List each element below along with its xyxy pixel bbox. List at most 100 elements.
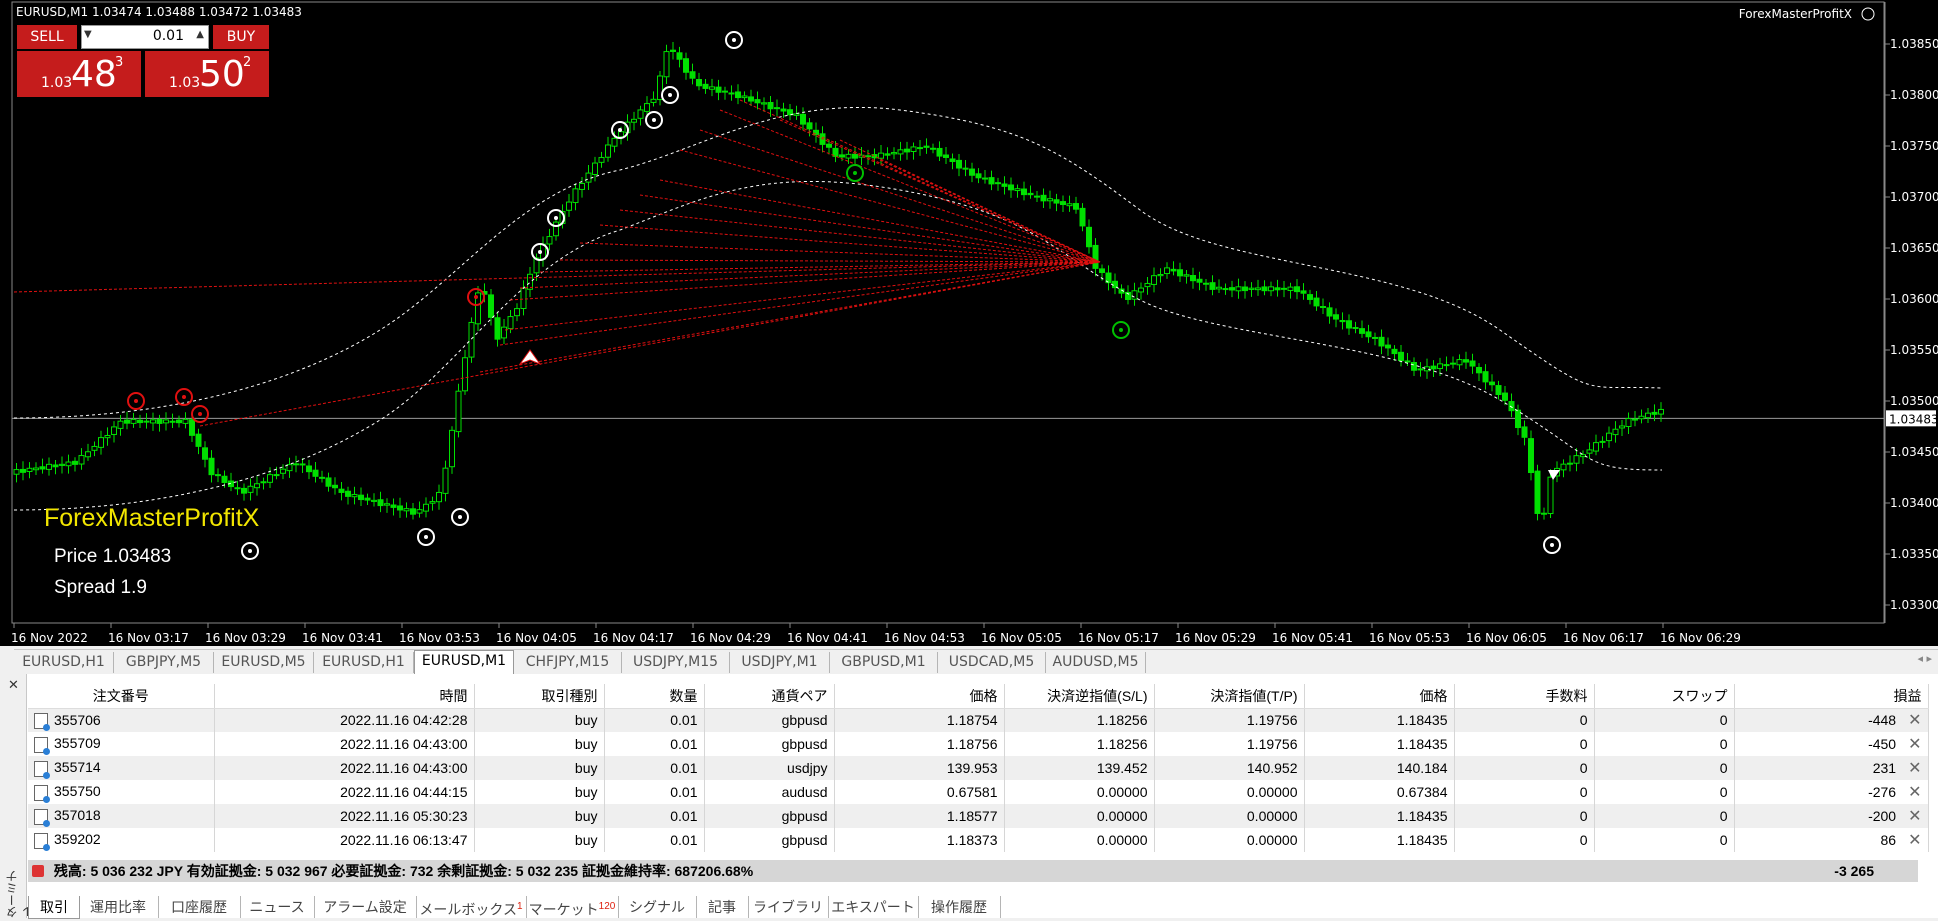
column-header[interactable]: スワップ <box>1594 684 1735 709</box>
close-order-icon[interactable]: ✕ <box>1908 712 1921 729</box>
order-row[interactable]: 355706 2022.11.16 04:42:28 buy 0.01 gbpusd 1.… <box>28 708 1929 732</box>
order-row[interactable]: 355714 2022.11.16 04:43:00 buy 0.01 usdjpy 13… <box>28 756 1929 780</box>
order-cell-ticket: 355714 <box>28 756 215 780</box>
candle-body <box>689 71 696 79</box>
candle-body <box>1060 201 1066 206</box>
symbol-tab[interactable]: GBPJPY,M5 <box>114 652 214 673</box>
symbol-tab[interactable]: AUDUSD,M5 <box>1046 652 1146 673</box>
column-header[interactable]: 価格 <box>834 684 1005 709</box>
symbol-tab[interactable]: CHFJPY,M15 <box>514 652 622 673</box>
column-header[interactable]: 損益 <box>1734 684 1929 709</box>
symbol-tab[interactable]: EURUSD,M1 <box>414 650 514 674</box>
terminal-tab[interactable]: エキスパート <box>828 896 919 918</box>
buy-button[interactable]: BUY <box>213 25 269 49</box>
symbol-tab[interactable]: GBPUSD,M1 <box>830 652 938 673</box>
lot-size-field[interactable]: ▼ 0.01 ▲ <box>81 25 209 49</box>
column-header[interactable]: 注文番号 <box>28 684 215 709</box>
candle-body <box>553 221 559 237</box>
tab-scroll-arrows-icon[interactable]: ◂ ▸ <box>1917 652 1932 665</box>
order-cell-profit: 86 ✕ <box>1734 828 1929 852</box>
order-cell-price: 1.18754 <box>834 708 1005 732</box>
candle-body <box>826 143 832 148</box>
exit-signal-dot <box>248 549 252 553</box>
order-cell-swap: 0 <box>1594 828 1735 852</box>
price-chart[interactable]: EURUSD,M1 1.03474 1.03488 1.03472 1.0348… <box>0 0 1938 646</box>
candle-body <box>1541 512 1547 515</box>
terminal-tab[interactable]: ニュース <box>240 896 315 918</box>
symbol-tab[interactable]: USDCAD,M5 <box>938 652 1046 673</box>
close-order-icon[interactable]: ✕ <box>1908 832 1921 849</box>
close-order-icon[interactable]: ✕ <box>1908 736 1921 753</box>
candle-body <box>1580 454 1586 458</box>
candle-body <box>202 447 208 460</box>
candle-body <box>1593 442 1599 452</box>
column-header[interactable]: 決済指値(T/P) <box>1154 684 1305 709</box>
terminal-tab[interactable]: 操作履歴 <box>918 896 1001 918</box>
candle-body <box>455 390 462 433</box>
symbol-tab[interactable]: EURUSD,M5 <box>214 652 314 673</box>
candle-body <box>1463 359 1469 363</box>
order-cell-time: 2022.11.16 06:13:47 <box>214 828 475 852</box>
sell-signal-dot <box>182 395 186 399</box>
column-header[interactable]: 決済逆指値(S/L) <box>1004 684 1155 709</box>
candle-body <box>605 144 611 158</box>
order-row[interactable]: 357018 2022.11.16 05:30:23 buy 0.01 gbpusd 1.… <box>28 804 1929 828</box>
order-row[interactable]: 355709 2022.11.16 04:43:00 buy 0.01 gbpusd 1.… <box>28 732 1929 756</box>
symbol-tab[interactable]: EURUSD,H1 <box>14 652 114 673</box>
account-summary-text: 残高: 5 036 232 JPY 有効証拠金: 5 032 967 必要証拠金… <box>53 863 754 879</box>
column-header[interactable]: 取引種別 <box>474 684 605 709</box>
close-order-icon[interactable]: ✕ <box>1908 784 1921 801</box>
order-row[interactable]: 355750 2022.11.16 04:44:15 buy 0.01 audusd 0.… <box>28 780 1929 804</box>
terminal-tab[interactable]: シグナル <box>618 896 697 918</box>
close-order-icon[interactable]: ✕ <box>1908 808 1921 825</box>
lot-increase-icon[interactable]: ▲ <box>196 29 204 40</box>
tab-badge: 120 <box>598 901 616 912</box>
close-order-icon[interactable]: ✕ <box>1908 760 1921 777</box>
close-icon[interactable]: ✕ <box>8 678 19 693</box>
terminal-tab[interactable]: 運用比率 <box>78 896 159 918</box>
order-cell-swap: 0 <box>1594 732 1735 756</box>
candle-body <box>592 162 598 175</box>
order-cell-size: 0.01 <box>604 732 705 756</box>
symbol-tab[interactable]: USDJPY,M15 <box>622 652 730 673</box>
buy-price-button[interactable]: 1.03 50 2 <box>145 51 269 97</box>
column-header[interactable]: 手数料 <box>1454 684 1595 709</box>
terminal-tab[interactable]: アラーム設定 <box>314 896 417 918</box>
candle-body <box>124 419 130 424</box>
candle-body <box>546 236 553 245</box>
sell-price-button[interactable]: 1.03 48 3 <box>17 51 141 97</box>
terminal-tab[interactable]: 口座履歴 <box>158 896 241 918</box>
column-header[interactable]: 数量 <box>604 684 705 709</box>
column-header[interactable]: 時間 <box>214 684 475 709</box>
terminal-tab[interactable]: ライブラリ <box>748 896 829 918</box>
terminal-tab[interactable]: 取引 <box>28 896 80 919</box>
lot-decrease-icon[interactable]: ▼ <box>84 29 92 40</box>
column-header[interactable]: 価格 <box>1304 684 1455 709</box>
terminal-tab[interactable]: メールボックス1 <box>416 896 527 918</box>
sell-button[interactable]: SELL <box>17 25 77 49</box>
chart-canvas[interactable]: EURUSD,M1 1.03474 1.03488 1.03472 1.0348… <box>0 0 1938 646</box>
candle-body <box>156 418 163 424</box>
candle-body <box>267 474 273 483</box>
symbol-tab[interactable]: EURUSD,H1 <box>314 652 414 673</box>
order-cell-profit: -200 ✕ <box>1734 804 1929 828</box>
y-tick-label: 1.03700 <box>1890 190 1938 204</box>
candle-body <box>1482 371 1489 383</box>
order-row[interactable]: 359202 2022.11.16 06:13:47 buy 0.01 gbpusd 1.… <box>28 828 1929 852</box>
summary-icon <box>32 865 44 877</box>
candle-body <box>338 488 345 493</box>
candle-body <box>1411 362 1417 371</box>
candle-body <box>98 437 104 448</box>
candle-body <box>670 49 676 52</box>
lot-value[interactable]: 0.01 <box>153 28 184 44</box>
symbol-tab[interactable]: USDJPY,M1 <box>730 652 830 673</box>
candle-body <box>507 316 514 330</box>
candle-body <box>1417 368 1424 371</box>
candle-body <box>988 177 995 185</box>
buy-arrow-icon[interactable] <box>518 349 542 366</box>
y-tick-label: 1.03800 <box>1890 88 1938 102</box>
column-header[interactable]: 通貨ペア <box>704 684 835 709</box>
terminal-tab[interactable]: マーケット120 <box>526 896 619 918</box>
terminal-tab[interactable]: 記事 <box>696 896 749 918</box>
table-header-row: 注文番号 時間 取引種別 数量 通貨ペア 価格 決済逆指値(S/L) 決済指値(T/P) 価格手… <box>28 684 1929 709</box>
